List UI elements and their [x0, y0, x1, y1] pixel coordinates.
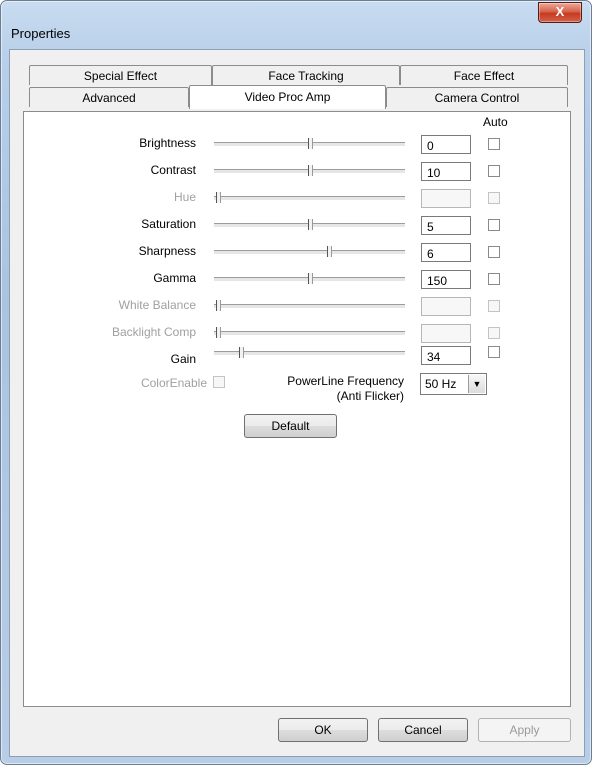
contrast-value[interactable]: 10 — [421, 162, 471, 181]
ok-button[interactable]: OK — [278, 718, 368, 742]
white-balance-label: White Balance — [118, 298, 196, 312]
color-enable-checkbox — [213, 376, 225, 388]
sharpness-label: Sharpness — [138, 244, 196, 258]
gain-label: Gain — [170, 352, 196, 366]
tab-video-proc-amp[interactable]: Video Proc Amp — [189, 85, 386, 109]
powerline-frequency-label: PowerLine Frequency (Anti Flicker) — [263, 374, 404, 404]
hue-value — [421, 189, 471, 208]
hue-slider-thumb — [216, 192, 221, 203]
tab-label: Camera Control — [434, 91, 520, 105]
gain-slider-thumb[interactable] — [239, 347, 244, 358]
auto-header: Auto — [483, 115, 508, 129]
window-title: Properties — [11, 26, 71, 41]
hue-label: Hue — [173, 190, 196, 204]
backlight-comp-slider-thumb — [216, 327, 221, 338]
color-enable-label: ColorEnable — [140, 376, 207, 390]
gain-auto-checkbox[interactable] — [488, 346, 500, 358]
gamma-value[interactable]: 150 — [421, 270, 471, 289]
saturation-value[interactable]: 5 — [421, 216, 471, 235]
tab-face-effect[interactable]: Face Effect — [400, 65, 568, 85]
white-balance-value — [421, 297, 471, 316]
brightness-slider-thumb[interactable] — [308, 138, 313, 149]
hue-auto-checkbox — [488, 192, 500, 204]
gamma-auto-checkbox[interactable] — [488, 273, 500, 285]
tab-label: Face Tracking — [268, 69, 344, 83]
backlight-comp-auto-checkbox — [488, 327, 500, 339]
gamma-label: Gamma — [153, 271, 196, 285]
chevron-down-icon[interactable]: ▼ — [468, 375, 485, 393]
gamma-slider-thumb[interactable] — [308, 273, 313, 284]
saturation-label: Saturation — [141, 217, 196, 231]
contrast-label: Contrast — [150, 163, 196, 177]
tab-label: Video Proc Amp — [244, 90, 331, 104]
powerline-label-line1: PowerLine Frequency — [287, 374, 404, 388]
hue-slider-track — [214, 196, 405, 201]
tab-advanced[interactable]: Advanced — [29, 87, 189, 107]
powerline-label-line2: (Anti Flicker) — [336, 389, 404, 403]
default-button[interactable]: Default — [244, 414, 337, 438]
ok-button-label: OK — [314, 723, 332, 737]
apply-button-label: Apply — [509, 723, 540, 737]
backlight-comp-slider-track — [214, 331, 405, 336]
close-button[interactable]: X — [538, 2, 582, 23]
white-balance-slider-thumb — [216, 300, 221, 311]
brightness-label: Brightness — [139, 136, 196, 150]
tab-label: Advanced — [82, 91, 136, 105]
sharpness-slider-track[interactable] — [214, 250, 405, 255]
sharpness-auto-checkbox[interactable] — [488, 246, 500, 258]
properties-window: Properties X Special Effect Face Trackin… — [0, 0, 592, 765]
tab-label: Special Effect — [83, 69, 158, 83]
title-bar[interactable]: Properties X — [1, 1, 591, 41]
close-icon: X — [555, 4, 565, 19]
brightness-auto-checkbox[interactable] — [488, 138, 500, 150]
tab-special-effect[interactable]: Special Effect — [29, 65, 212, 85]
tab-camera-control[interactable]: Camera Control — [386, 87, 568, 107]
powerline-selected-value: 50 Hz — [425, 377, 457, 391]
cancel-button[interactable]: Cancel — [378, 718, 468, 742]
contrast-auto-checkbox[interactable] — [488, 165, 500, 177]
default-button-label: Default — [271, 419, 310, 433]
tab-face-tracking[interactable]: Face Tracking — [212, 65, 400, 85]
sharpness-value[interactable]: 6 — [421, 243, 471, 262]
cancel-button-label: Cancel — [404, 723, 442, 737]
backlight-comp-value — [421, 324, 471, 343]
sharpness-slider-thumb[interactable] — [327, 246, 332, 257]
tab-label: Face Effect — [453, 69, 515, 83]
saturation-auto-checkbox[interactable] — [488, 219, 500, 231]
saturation-slider-thumb[interactable] — [308, 219, 313, 230]
brightness-value[interactable]: 0 — [421, 135, 471, 154]
powerline-frequency-select[interactable]: 50 Hz ▼ — [420, 373, 487, 395]
gain-value[interactable]: 34 — [421, 346, 471, 365]
backlight-comp-label: Backlight Comp — [111, 325, 196, 339]
white-balance-slider-track — [214, 304, 405, 309]
contrast-slider-thumb[interactable] — [308, 165, 313, 176]
apply-button: Apply — [478, 718, 571, 742]
white-balance-auto-checkbox — [488, 300, 500, 312]
